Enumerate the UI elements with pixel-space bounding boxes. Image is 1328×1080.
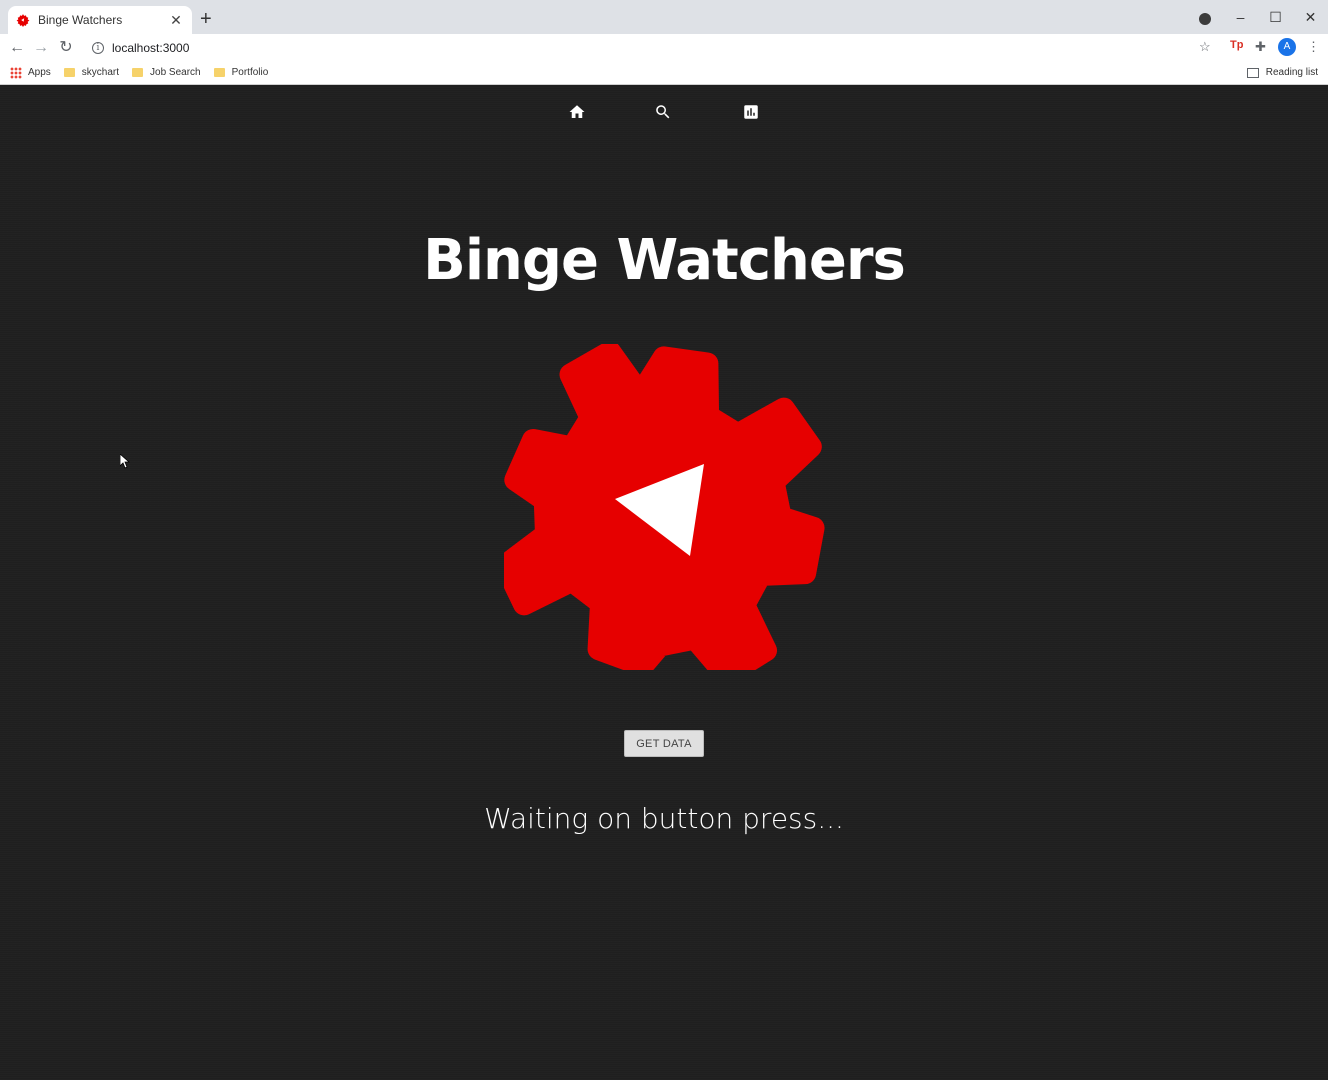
tab-title: Binge Watchers — [38, 13, 123, 27]
new-tab-icon[interactable]: + — [200, 9, 212, 29]
maximize-icon[interactable]: ☐ — [1258, 9, 1293, 26]
site-info-icon[interactable]: i — [92, 41, 104, 54]
profile-avatar[interactable]: A — [1278, 38, 1296, 56]
app-navbar — [0, 86, 1328, 136]
status-message: Waiting on button press... — [484, 802, 844, 835]
bookmark-label: Portfolio — [231, 67, 269, 78]
tab-search-icon[interactable] — [1199, 13, 1211, 25]
page-title: Binge Watchers — [423, 228, 906, 293]
bookmark-label: Job Search — [150, 67, 201, 78]
close-window-icon[interactable]: ✕ — [1293, 9, 1328, 26]
extension-icon[interactable]: Tp — [1230, 39, 1243, 51]
bookmark-label: Apps — [28, 67, 51, 78]
gear-favicon-icon — [16, 14, 30, 27]
bookmark-portfolio[interactable]: Portfolio — [213, 67, 269, 78]
browser-tab[interactable]: Binge Watchers ✕ — [8, 6, 192, 34]
reading-list-icon — [1246, 67, 1259, 78]
menu-kebab-icon[interactable]: ⋮ — [1307, 39, 1320, 55]
forward-icon[interactable]: → — [30, 37, 52, 59]
bookmarks-bar: Apps skychart Job Search Portfolio Readi… — [0, 61, 1328, 85]
minimize-icon[interactable]: – — [1223, 9, 1258, 25]
window-controls: – ☐ ✕ — [1223, 0, 1328, 34]
browser-toolbar: ← → ↻ i localhost:3000 ☆ Tp ✚ A ⋮ — [0, 34, 1328, 61]
reload-icon[interactable]: ↻ — [55, 37, 77, 59]
url-text: localhost:3000 — [112, 40, 190, 55]
reading-list[interactable]: Reading list — [1246, 67, 1318, 78]
bookmark-skychart[interactable]: skychart — [63, 67, 120, 78]
folder-icon — [63, 68, 75, 77]
back-icon[interactable]: ← — [6, 37, 28, 59]
get-data-button[interactable]: GET DATA — [624, 730, 704, 757]
bookmark-apps[interactable]: Apps — [10, 66, 51, 79]
gear-play-logo — [504, 344, 825, 670]
tab-close-icon[interactable]: ✕ — [168, 12, 184, 29]
bar-chart-icon[interactable] — [742, 103, 760, 121]
home-icon[interactable] — [568, 103, 586, 121]
search-icon[interactable] — [654, 103, 672, 121]
mouse-cursor-icon — [120, 454, 130, 469]
extensions-puzzle-icon[interactable]: ✚ — [1255, 39, 1266, 55]
page-content: Binge Watchers GET DATA Waiting on butto… — [0, 86, 1328, 1080]
browser-tabstrip: Binge Watchers ✕ + – ☐ ✕ — [0, 0, 1328, 34]
bookmark-label: skychart — [81, 67, 120, 78]
folder-icon — [213, 68, 225, 77]
reading-list-label: Reading list — [1265, 67, 1318, 78]
apps-grid-icon — [10, 66, 22, 79]
bookmark-job-search[interactable]: Job Search — [132, 67, 201, 78]
folder-icon — [132, 68, 144, 77]
bookmark-star-icon[interactable]: ☆ — [1199, 39, 1211, 55]
address-bar[interactable]: i localhost:3000 — [84, 36, 1224, 59]
